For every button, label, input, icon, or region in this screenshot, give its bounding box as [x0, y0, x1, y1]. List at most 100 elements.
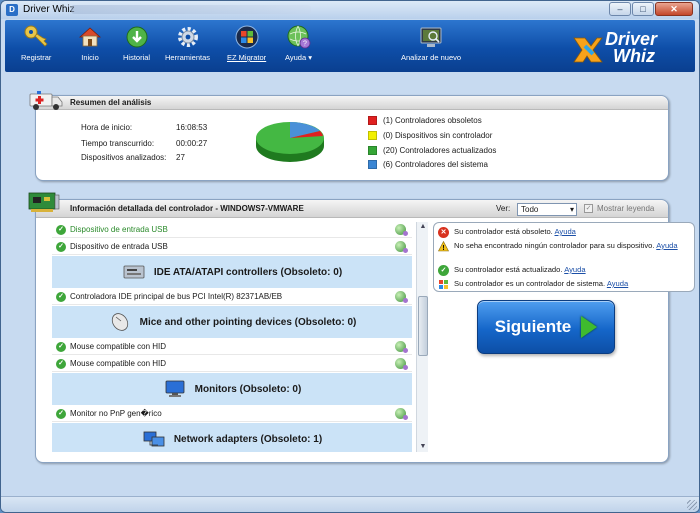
show-legend-checkbox[interactable]: ✓: [584, 204, 593, 213]
legend-updated-label: (20) Controladores actualizados: [383, 146, 497, 155]
legend-swatch-red: [368, 116, 377, 125]
check-icon: ✓: [56, 224, 66, 235]
driver-info-icon[interactable]: [395, 341, 408, 353]
close-button[interactable]: ✕: [655, 2, 693, 16]
driver-info-icon[interactable]: [395, 241, 408, 253]
scroll-down-icon[interactable]: ▼: [418, 442, 428, 452]
summary-pie-chart: [256, 122, 324, 162]
ambulance-icon: [29, 91, 63, 110]
driver-row[interactable]: ✓ Dispositivo de entrada USB: [52, 222, 412, 238]
driver-name: Mouse compatible con HID: [70, 359, 167, 368]
legend-swatch-yellow: [368, 131, 377, 140]
driver-whiz-logo: Driver Whiz: [571, 30, 681, 66]
logo-mark-icon: [573, 37, 603, 63]
check-icon: ✓: [56, 408, 66, 419]
driver-info-icon[interactable]: [395, 291, 408, 303]
title-bar-overlay: [71, 5, 311, 14]
legend-updated: (20) Controladores actualizados: [368, 146, 496, 155]
resize-grip-icon[interactable]: [687, 500, 697, 510]
toolbar-analizar-label: Analizar de nuevo: [401, 53, 462, 62]
toolbar-registrar-label: Registrar: [21, 53, 52, 62]
check-icon: ✓: [56, 341, 66, 352]
title-bar: D Driver Whiz – □ ✕: [1, 1, 699, 19]
legend-obsolete: (1) Controladores obsoletos: [368, 116, 482, 125]
category-label: Mice and other pointing devices (Obsolet…: [139, 316, 357, 328]
summary-value-devices: 27: [176, 153, 185, 162]
driver-name: Dispositivo de entrada USB: [70, 225, 168, 234]
summary-title: Resumen del análisis: [70, 98, 152, 107]
driver-row[interactable]: ✓ Mouse compatible con HID: [52, 339, 412, 355]
next-button-label: Siguiente: [494, 317, 572, 336]
driver-row[interactable]: ✓ Mouse compatible con HID: [52, 356, 412, 372]
category-row: IDE ATA/ATAPI controllers (Obsoleto: 0): [52, 256, 412, 288]
next-button[interactable]: Siguiente: [477, 300, 615, 354]
help-link-updated[interactable]: Ayuda: [564, 265, 585, 274]
driver-info-icon[interactable]: [395, 224, 408, 236]
driver-list-scrollbar[interactable]: ▲ ▼: [416, 222, 428, 452]
scroll-up-icon[interactable]: ▲: [418, 222, 428, 232]
svg-text:?: ?: [303, 41, 307, 48]
status-system-text: Su controlador es un controlador de sist…: [454, 279, 606, 288]
ver-select[interactable]: Todo: [517, 203, 577, 216]
toolbar-inicio-label: Inicio: [81, 53, 99, 62]
category-label: IDE ATA/ATAPI controllers (Obsoleto: 0): [153, 266, 343, 278]
check-icon: ✓: [56, 358, 66, 369]
gear-icon: [177, 27, 198, 47]
play-arrow-icon: [581, 316, 598, 338]
main-toolbar: Registrar Inicio Historial Herramientas …: [5, 20, 695, 72]
warning-icon: !: [438, 241, 449, 252]
check-icon: ✓: [438, 265, 449, 276]
home-icon: [78, 27, 102, 47]
status-bar: [1, 496, 699, 512]
logo-word-driver: Driver: [605, 29, 658, 49]
toolbar-registrar[interactable]: Registrar: [21, 24, 51, 62]
toolbar-historial[interactable]: Historial: [123, 24, 150, 62]
toolbar-inicio[interactable]: Inicio: [77, 24, 103, 62]
toolbar-ez-migrator-label: EZ Migrator: [227, 53, 267, 62]
summary-panel: Resumen del análisis Hora de inicio: 16:…: [35, 95, 669, 181]
network-adapter-icon: [143, 431, 165, 447]
status-missing: ! No seha encontrado ningún controlador …: [438, 241, 678, 252]
details-panel: Información detallada del controlador - …: [35, 199, 695, 463]
driver-row[interactable]: ✓ Monitor no PnP gen�rico: [52, 406, 412, 422]
scan-icon: [420, 27, 442, 47]
network-card-icon: [28, 192, 60, 212]
toolbar-herramientas[interactable]: Herramientas: [165, 24, 210, 62]
summary-label-elapsed: Tiempo transcurrido:: [81, 139, 155, 148]
legend-swatch-blue: [368, 160, 377, 169]
driver-list: ✓ Dispositivo de entrada USB ✓ Dispositi…: [52, 222, 418, 452]
toolbar-ayuda[interactable]: ? Ayuda ▾: [285, 24, 312, 62]
chevron-down-icon[interactable]: ▾: [308, 53, 312, 62]
app-icon: D: [6, 4, 18, 16]
help-link-system[interactable]: Ayuda: [607, 279, 628, 288]
details-title: Información detallada del controlador - …: [70, 204, 304, 213]
driver-row[interactable]: ✓ Dispositivo de entrada USB: [52, 239, 412, 255]
minimize-button[interactable]: –: [609, 2, 631, 16]
check-icon: ✓: [56, 241, 66, 252]
status-updated: ✓ Su controlador está actualizado. Ayuda: [438, 265, 586, 276]
category-row: Network adapters (Obsoleto: 1): [52, 423, 412, 452]
driver-name: Dispositivo de entrada USB: [70, 242, 168, 251]
legend-system: (6) Controladores del sistema: [368, 160, 488, 169]
toolbar-ez-migrator[interactable]: EZ Migrator: [227, 24, 266, 62]
scroll-thumb[interactable]: [418, 296, 428, 356]
details-header: Información detallada del controlador - …: [36, 200, 668, 218]
driver-row[interactable]: ✓ Controladora IDE principal de bus PCI …: [52, 289, 412, 305]
legend-missing: (0) Dispositivos sin controlador: [368, 131, 492, 140]
legend-system-label: (6) Controladores del sistema: [383, 160, 488, 169]
legend-swatch-green: [368, 146, 377, 155]
driver-info-icon[interactable]: [395, 408, 408, 420]
help-link-obsolete[interactable]: Ayuda: [555, 227, 576, 236]
toolbar-historial-label: Historial: [123, 53, 151, 62]
toolbar-ayuda-label: Ayuda ▾: [285, 53, 312, 62]
help-link-missing[interactable]: Ayuda: [656, 241, 677, 250]
summary-value-start: 16:08:53: [176, 123, 208, 132]
category-label: Network adapters (Obsoleto: 1): [173, 433, 323, 445]
show-legend-label: Mostrar leyenda: [597, 204, 655, 213]
windows-logo-icon: [235, 25, 259, 49]
logo-word-whiz: Whiz: [613, 46, 655, 66]
maximize-button[interactable]: □: [632, 2, 654, 16]
toolbar-analizar-de-nuevo[interactable]: Analizar de nuevo: [401, 24, 461, 62]
driver-info-icon[interactable]: [395, 358, 408, 370]
window-title: Driver Whiz: [23, 4, 75, 15]
